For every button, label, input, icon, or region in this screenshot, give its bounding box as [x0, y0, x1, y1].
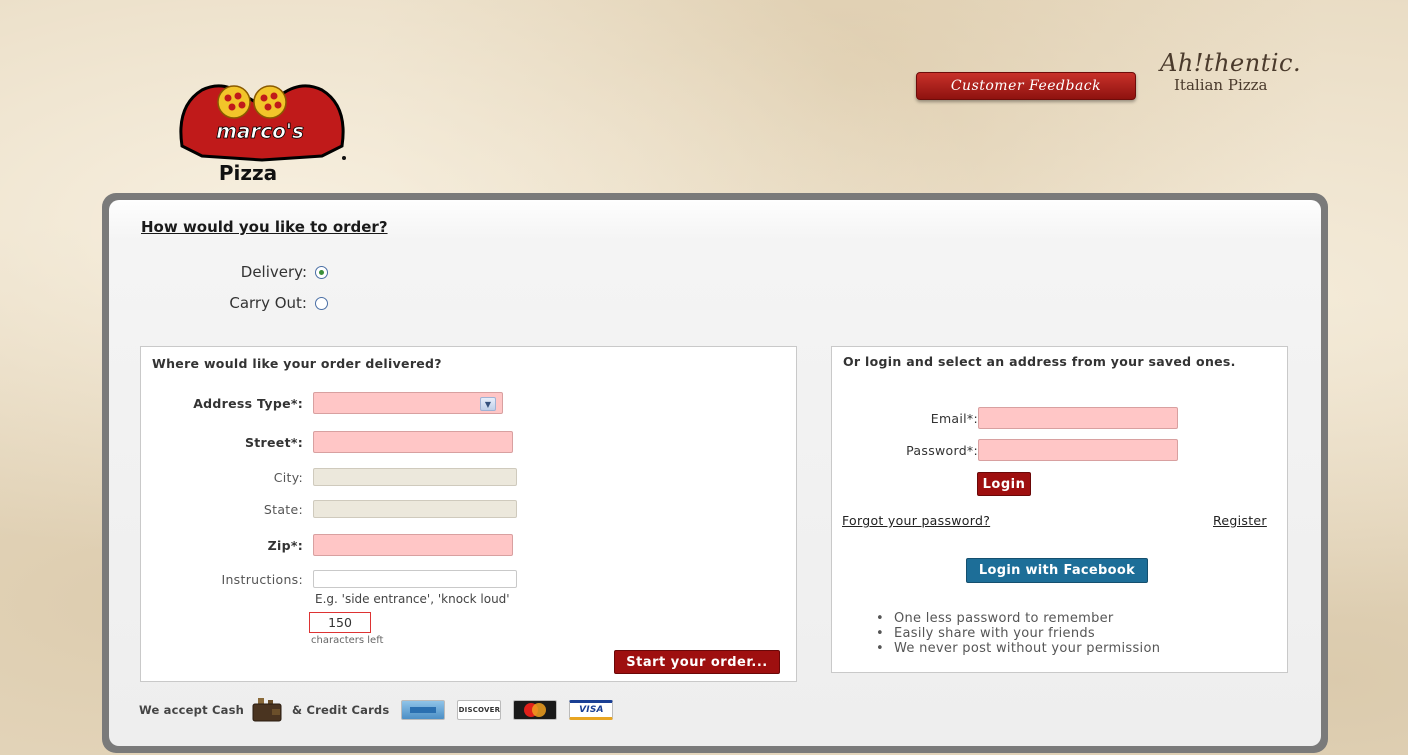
login-box-title: Or login and select an address from your…: [843, 354, 1236, 369]
zip-input[interactable]: [313, 534, 513, 556]
benefit-item: Easily share with your friends: [876, 626, 1160, 641]
facebook-login-button[interactable]: Login with Facebook: [966, 558, 1148, 583]
tagline: Ah!thentic. Italian Pizza: [1160, 50, 1330, 102]
chars-left-counter: 150: [309, 612, 371, 633]
email-label: Email*:: [930, 410, 978, 426]
start-order-button[interactable]: Start your order...: [614, 650, 780, 674]
street-input[interactable]: [313, 431, 513, 453]
tagline-line2: Italian Pizza: [1174, 76, 1268, 94]
forgot-password-link[interactable]: Forgot your password?: [842, 513, 990, 528]
delivery-address-box: Where would like your order delivered? A…: [140, 346, 797, 682]
state-label: State:: [263, 501, 303, 517]
instructions-input[interactable]: [313, 570, 517, 588]
instructions-label: Instructions:: [221, 571, 303, 587]
city-row: City:: [151, 468, 517, 486]
logo-brand-text: marco's: [216, 119, 304, 143]
password-input[interactable]: [978, 439, 1178, 461]
carry-out-radio[interactable]: [315, 296, 328, 310]
email-input[interactable]: [978, 407, 1178, 429]
discover-text: DISCOVER: [458, 706, 501, 714]
register-link[interactable]: Register: [1213, 513, 1267, 528]
address-type-label: Address Type*:: [193, 395, 303, 411]
delivery-radio[interactable]: [315, 265, 328, 279]
delivery-option[interactable]: Delivery:: [207, 263, 328, 281]
facebook-benefits-list: One less password to remember Easily sha…: [876, 611, 1160, 656]
password-label: Password*:: [906, 442, 978, 458]
logo-pizza-text: Pizza: [219, 161, 277, 185]
payment-methods: We accept Cash & Credit Cards DISCOVER V…: [139, 698, 614, 722]
instructions-row: Instructions:: [151, 570, 517, 588]
visa-text: VISA: [579, 705, 604, 715]
instructions-hint: E.g. 'side entrance', 'knock loud': [315, 592, 510, 606]
chevron-down-icon[interactable]: ▼: [480, 397, 496, 411]
zip-row: Zip*:: [151, 534, 513, 556]
state-row: State:: [151, 500, 517, 518]
order-type-heading[interactable]: How would you like to order?: [141, 218, 388, 236]
amex-card-icon: [401, 700, 446, 720]
order-panel: How would you like to order? Delivery: C…: [102, 193, 1328, 753]
visa-card-icon: VISA: [569, 700, 614, 720]
state-input[interactable]: [313, 500, 517, 518]
delivery-box-title: Where would like your order delivered?: [152, 356, 442, 371]
street-row: Street*:: [151, 431, 513, 453]
city-label: City:: [273, 469, 303, 485]
wallet-icon: [252, 698, 282, 722]
login-box: Or login and select an address from your…: [831, 346, 1288, 673]
benefit-item: One less password to remember: [876, 611, 1160, 626]
delivery-label: Delivery:: [240, 263, 307, 281]
zip-label: Zip*:: [267, 537, 303, 553]
login-button[interactable]: Login: [977, 472, 1031, 496]
customer-feedback-button[interactable]: Customer Feedback: [916, 72, 1136, 100]
city-input[interactable]: [313, 468, 517, 486]
carry-out-option[interactable]: Carry Out:: [207, 294, 328, 312]
marcos-pizza-logo[interactable]: marco's Pizza: [172, 76, 352, 186]
benefit-item: We never post without your permission: [876, 641, 1160, 656]
mastercard-card-icon: [513, 700, 558, 720]
password-row: Password*:: [842, 439, 1178, 461]
address-type-select[interactable]: ▼: [313, 392, 503, 414]
chars-left-label: characters left: [311, 635, 384, 646]
address-type-row: Address Type*: ▼: [151, 392, 503, 414]
street-label: Street*:: [244, 434, 303, 450]
tagline-line1: Ah!thentic.: [1160, 49, 1302, 77]
email-row: Email*:: [842, 407, 1178, 429]
carry-out-label: Carry Out:: [229, 294, 307, 312]
credit-cards-text: & Credit Cards: [292, 703, 390, 717]
discover-card-icon: DISCOVER: [457, 700, 502, 720]
cash-text: We accept Cash: [139, 703, 245, 717]
order-panel-body: How would you like to order? Delivery: C…: [109, 200, 1321, 746]
